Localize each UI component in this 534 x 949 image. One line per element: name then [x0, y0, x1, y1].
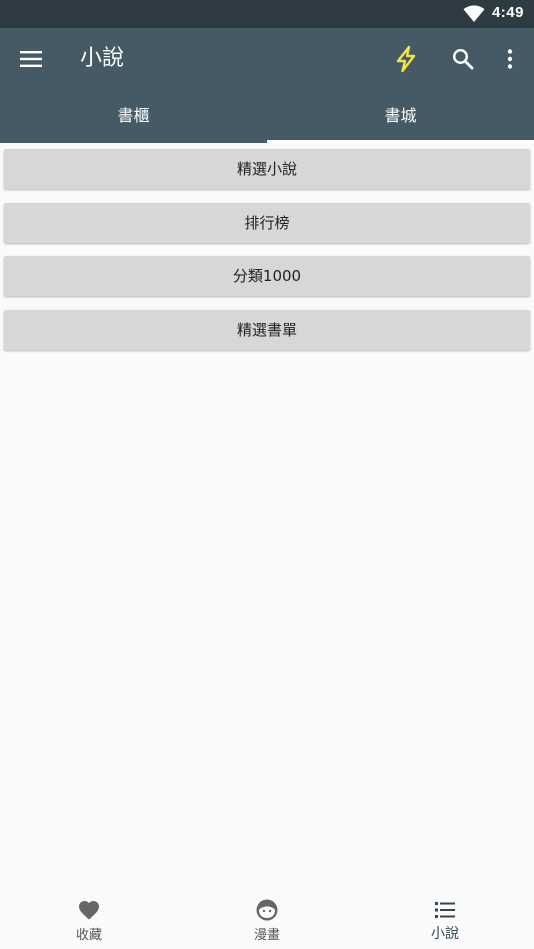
bookstore-menu: 精選小說 排行榜 分類1000 精選書單: [4, 149, 530, 363]
more-options-button[interactable]: [493, 42, 527, 76]
list-icon: [435, 902, 455, 918]
wifi-icon: [463, 5, 485, 22]
featured-booklists-button[interactable]: 精選書單: [4, 309, 530, 350]
nav-label-novels: 小說: [431, 926, 459, 942]
page-title: 小說: [80, 46, 125, 71]
tab-bar: 書櫃 書城: [0, 96, 534, 143]
bottom-navigation: 收藏 漫畫 小說: [0, 889, 534, 949]
nav-item-favorites[interactable]: 收藏: [0, 889, 178, 949]
tab-bookshelf[interactable]: 書櫃: [0, 96, 267, 143]
nav-label-favorites: 收藏: [75, 928, 102, 943]
status-bar: 4:49: [0, 0, 534, 28]
nav-item-comics[interactable]: 漫畫: [178, 889, 356, 949]
nav-item-novels[interactable]: 小說: [356, 889, 534, 949]
heart-icon: [79, 901, 99, 920]
screen: 4:49 小說 書櫃 書城 精選小說 排行榜 分類1000 精選書單 收藏 漫畫…: [0, 0, 534, 949]
menu-icon: [20, 51, 42, 67]
search-button[interactable]: [446, 42, 480, 76]
face-icon: [256, 899, 278, 921]
lightning-button[interactable]: [389, 42, 423, 76]
rankings-button[interactable]: 排行榜: [4, 202, 530, 243]
lightning-bolt-icon: [396, 45, 416, 73]
categories-button[interactable]: 分類1000: [4, 256, 530, 296]
featured-novels-button[interactable]: 精選小說: [4, 149, 530, 189]
menu-button[interactable]: [14, 42, 48, 76]
search-icon: [452, 48, 474, 70]
nav-label-comics: 漫畫: [253, 928, 280, 943]
status-time: 4:49: [491, 4, 524, 21]
more-vert-icon: [507, 49, 513, 69]
tab-bookstore[interactable]: 書城: [267, 96, 534, 143]
app-bar: 小說 書櫃 書城: [0, 28, 534, 143]
